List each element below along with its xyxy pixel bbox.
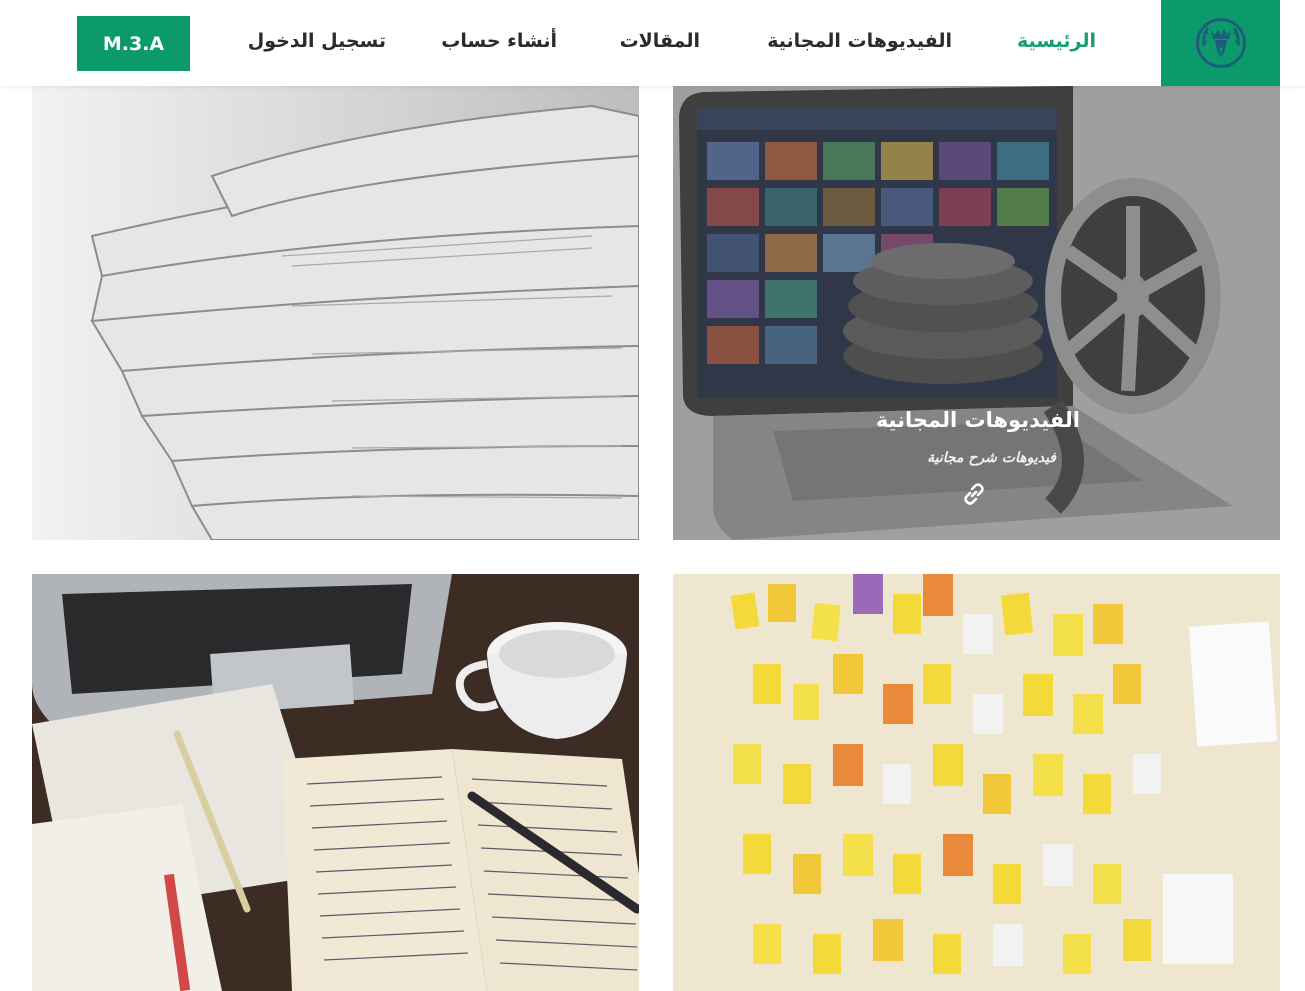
site-header: الرئيسية الفيديوهات المجانية المقالات أن… [0,0,1305,86]
site-logo[interactable] [1161,0,1280,86]
nav-articles[interactable]: المقالات [620,30,700,52]
sticky-notes-board-image [673,574,1280,991]
notebook-laptop-coffee-image [32,574,639,991]
card-sticky-notes[interactable] [673,574,1280,991]
card-title[interactable]: الفيديوهات المجانية [876,408,1080,432]
card-free-videos[interactable]: الفيديوهات المجانية فيديوهات شرح مجانية [673,86,1280,540]
card-notebook[interactable] [32,574,639,991]
nav-login[interactable]: تسجيل الدخول [248,30,386,52]
card-subtitle: فيديوهات شرح مجانية [927,450,1056,466]
newspaper-stack-image [32,86,639,540]
nav-free-videos[interactable]: الفيديوهات المجانية [767,30,952,52]
link-icon[interactable] [961,481,987,507]
nav-signup[interactable]: أنشاء حساب [441,30,557,52]
card-hover-overlay [673,86,1280,540]
nav-home[interactable]: الرئيسية [1017,30,1096,52]
card-articles[interactable] [32,86,639,540]
pen-crown-laurel-icon [1195,18,1246,68]
brand-button[interactable]: M.3.A [77,16,190,71]
